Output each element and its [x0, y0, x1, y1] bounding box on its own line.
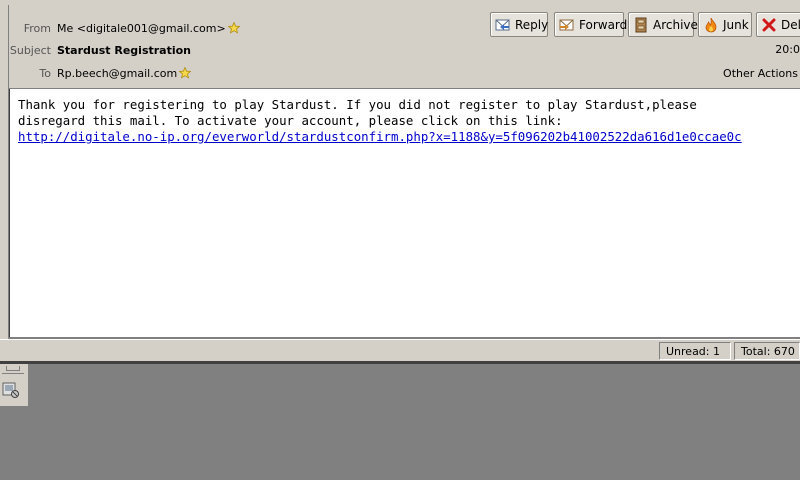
to-address[interactable]: Rp.beech@gmail.com — [57, 67, 177, 80]
other-actions-menu[interactable]: Other Actions ▾ — [723, 67, 800, 80]
reply-label: Reply — [515, 17, 549, 32]
flame-icon — [705, 17, 717, 32]
floating-widget[interactable] — [0, 364, 29, 407]
window-divider — [0, 361, 800, 364]
star-icon[interactable] — [179, 67, 192, 79]
activation-link[interactable]: http://digitale.no-ip.org/everworld/star… — [18, 129, 742, 144]
archive-button[interactable]: Archive — [628, 12, 698, 37]
archive-icon — [635, 17, 647, 32]
total-count: Total: 670 — [734, 342, 800, 360]
delete-button[interactable]: Dele — [756, 12, 800, 37]
archive-label: Archive — [653, 17, 698, 32]
junk-button[interactable]: Junk — [698, 12, 752, 37]
status-bar: Unread: 1 Total: 670 — [0, 339, 800, 362]
widget-separator — [2, 373, 24, 374]
message-text: Thank you for registering to play Stardu… — [18, 97, 800, 145]
message-line-2: disregard this mail. To activate your ac… — [18, 113, 563, 128]
reply-icon — [495, 19, 510, 30]
to-label: To — [39, 67, 51, 80]
folder-pane-edge — [0, 5, 9, 340]
delete-label: Dele — [781, 17, 800, 32]
message-time: 20:0 — [775, 43, 800, 56]
from-label: From — [23, 22, 51, 35]
subject-value: Stardust Registration — [57, 44, 192, 57]
message-body: Thank you for registering to play Stardu… — [9, 89, 800, 337]
junk-label: Junk — [723, 17, 749, 32]
to-value[interactable]: Rp.beech@gmail.com — [57, 67, 192, 80]
star-icon[interactable] — [227, 22, 240, 34]
reply-button[interactable]: Reply — [490, 12, 548, 37]
forward-label: Forward — [579, 17, 628, 32]
other-actions-label: Other Actions — [723, 67, 798, 80]
message-line-1: Thank you for registering to play Stardu… — [18, 97, 697, 112]
forward-icon — [559, 19, 574, 30]
message-header: From Me <digitale001@gmail.com> Subject … — [9, 5, 800, 89]
from-address[interactable]: Me <digitale001@gmail.com> — [57, 22, 226, 35]
unread-count: Unread: 1 — [659, 342, 731, 360]
from-value[interactable]: Me <digitale001@gmail.com> — [57, 22, 240, 35]
image-icon[interactable] — [2, 381, 20, 399]
forward-button[interactable]: Forward — [554, 12, 628, 37]
subject-label: Subject — [9, 44, 51, 57]
delete-x-icon — [762, 18, 776, 31]
widget-grip[interactable] — [6, 366, 20, 371]
